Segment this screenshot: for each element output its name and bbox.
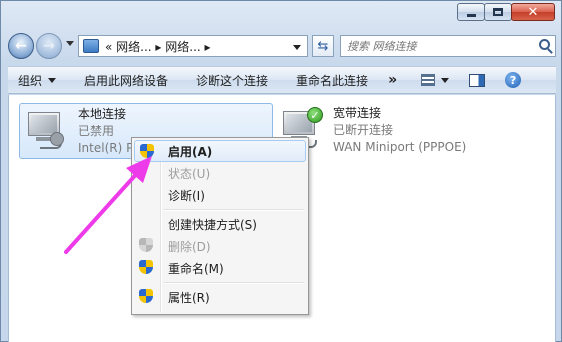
navigation-bar: ← → « 网络... ▸ 网络... ▸ ⇆: [8, 32, 556, 60]
enable-device-button[interactable]: 启用此网络设备: [74, 67, 178, 93]
menu-item-label: 重命名(M): [168, 261, 224, 276]
forward-button[interactable]: →: [36, 33, 62, 59]
help-icon: ?: [505, 72, 522, 88]
window-controls: ✕: [457, 3, 555, 21]
menu-item-status[interactable]: 状态(U): [134, 162, 306, 184]
connection-item-broadband[interactable]: ✓ 宽带连接 已断开连接 WAN Miniport (PPPOE): [275, 103, 515, 159]
menu-item-label: 诊断(I): [168, 188, 205, 203]
minimize-button[interactable]: [457, 3, 485, 21]
network-adapter-icon: [26, 110, 66, 150]
connection-name: 本地连接: [78, 107, 127, 121]
menu-separator: [164, 279, 306, 286]
back-button[interactable]: ←: [8, 33, 34, 59]
refresh-icon: ⇆: [317, 38, 329, 54]
uac-shield-icon: [139, 289, 154, 305]
connection-status: 已禁用: [78, 124, 115, 138]
help-button[interactable]: ?: [495, 67, 531, 93]
uac-shield-icon: [140, 144, 155, 160]
connection-name: 宽带连接: [333, 106, 382, 120]
more-commands-label: »: [388, 72, 398, 88]
menu-item-label: 启用(A): [168, 144, 213, 159]
connection-device: Intel(R) P: [78, 141, 134, 155]
rename-connection-button[interactable]: 重命名此连接: [286, 67, 378, 93]
enable-device-label: 启用此网络设备: [84, 73, 169, 88]
connection-device: WAN Miniport (PPPOE): [333, 140, 467, 154]
context-menu: 启用(A) 状态(U) 诊断(I) 创建快捷方式(S) 删除(D) 重命名(M)…: [131, 137, 309, 315]
uac-shield-icon: [139, 260, 154, 276]
diagnose-connection-button[interactable]: 诊断这个连接: [186, 67, 278, 93]
rename-connection-label: 重命名此连接: [296, 73, 369, 88]
preview-pane-icon: [469, 73, 486, 87]
menu-separator: [164, 206, 306, 213]
menu-item-diagnose[interactable]: 诊断(I): [134, 184, 306, 206]
network-folder-icon: [83, 39, 99, 53]
minimize-icon: [466, 13, 476, 17]
maximize-icon: [493, 8, 503, 16]
search-input[interactable]: [341, 36, 521, 56]
connection-details: 本地连接 已禁用 Intel(R) P: [78, 106, 133, 157]
menu-item-label: 删除(D): [168, 239, 211, 254]
change-view-button[interactable]: [411, 67, 459, 93]
menu-item-delete[interactable]: 删除(D): [134, 235, 306, 257]
checkmark-icon: ✓: [307, 107, 323, 123]
menu-item-rename[interactable]: 重命名(M): [134, 257, 306, 279]
menu-item-properties[interactable]: 属性(R): [134, 286, 306, 308]
address-bar[interactable]: « 网络... ▸ 网络... ▸: [78, 35, 308, 57]
diagnose-connection-label: 诊断这个连接: [196, 73, 269, 88]
uac-shield-icon: [139, 238, 154, 254]
disabled-status-icon: [50, 132, 64, 146]
organize-button[interactable]: 组织: [8, 67, 66, 93]
organize-label: 组织: [18, 73, 43, 88]
maximize-button[interactable]: [484, 3, 512, 21]
view-options-icon: [421, 74, 436, 86]
connection-status: 已断开连接: [333, 123, 394, 137]
menu-item-label: 状态(U): [168, 166, 211, 181]
recent-pages-dropdown[interactable]: [66, 41, 74, 46]
menu-item-create-shortcut[interactable]: 创建快捷方式(S): [134, 213, 306, 235]
breadcrumb[interactable]: « 网络... ▸ 网络... ▸: [105, 38, 211, 55]
connection-details: 宽带连接 已断开连接 WAN Miniport (PPPOE): [333, 105, 466, 156]
forward-arrow-icon: →: [43, 38, 55, 54]
command-bar: 组织 启用此网络设备 诊断这个连接 重命名此连接 » ?: [8, 66, 556, 94]
close-button[interactable]: ✕: [511, 3, 555, 21]
more-commands-button[interactable]: »: [378, 67, 407, 93]
menu-item-label: 属性(R): [168, 290, 210, 305]
close-icon: ✕: [527, 4, 539, 20]
menu-item-label: 创建快捷方式(S): [168, 217, 257, 232]
chevron-down-icon: [48, 77, 57, 83]
back-arrow-icon: ←: [15, 38, 27, 54]
monitor-screen-shape: [31, 115, 57, 133]
refresh-button[interactable]: ⇆: [312, 35, 334, 57]
menu-item-enable[interactable]: 启用(A): [134, 140, 306, 162]
search-box: [340, 35, 556, 57]
address-dropdown-icon[interactable]: [293, 45, 301, 50]
chevron-down-icon: [441, 77, 450, 83]
search-icon[interactable]: [539, 39, 550, 50]
preview-pane-button[interactable]: [459, 67, 495, 93]
